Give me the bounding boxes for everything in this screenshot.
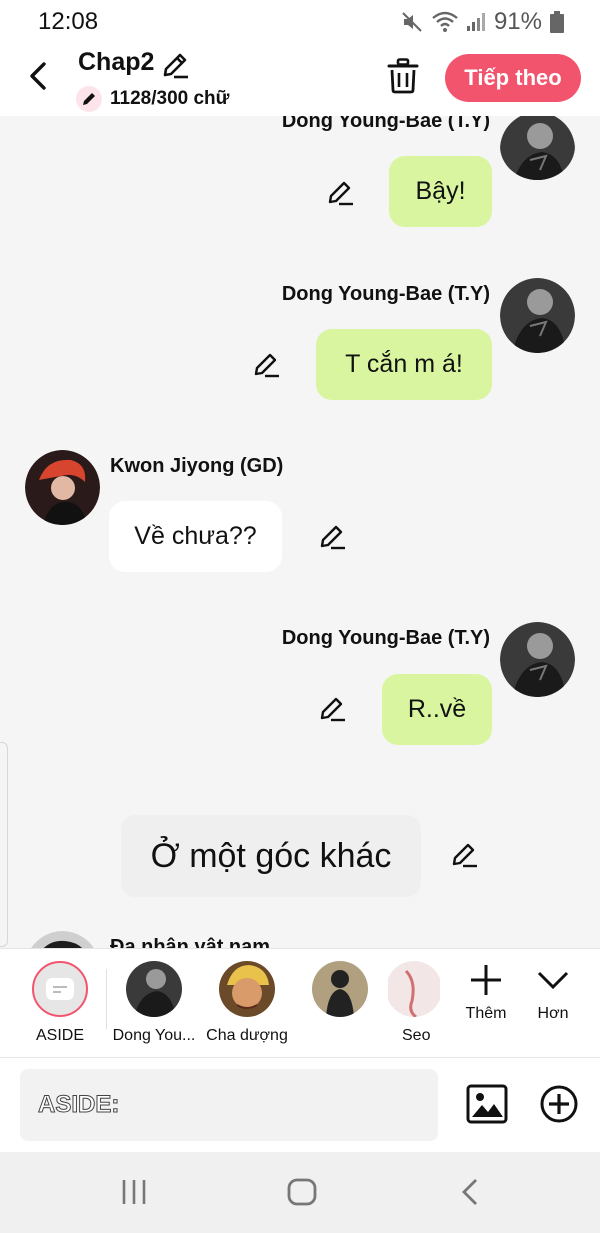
back-chevron-icon: [462, 1179, 477, 1205]
recent-apps-button[interactable]: [120, 1178, 148, 1211]
status-time: 12:08: [38, 8, 99, 35]
avatar: [219, 961, 275, 1017]
character-aside[interactable]: ASIDE: [15, 961, 105, 1045]
battery-icon: [550, 11, 564, 33]
avatar[interactable]: [25, 931, 100, 948]
aside-bubble[interactable]: Ở một góc khác: [121, 815, 421, 897]
word-count-text: 1128/300 chữ: [110, 88, 230, 109]
add-character-button[interactable]: Thêm: [456, 963, 516, 1023]
edit-message-button[interactable]: [318, 694, 348, 724]
character-label: Seo: [402, 1027, 431, 1044]
aside-avatar: [32, 961, 88, 1017]
edit-message-button[interactable]: [252, 350, 282, 380]
chevron-down-icon: [537, 971, 569, 990]
character-item[interactable]: Dong You...: [109, 961, 199, 1045]
wifi-icon: [432, 11, 458, 33]
header: Chap2 1128/300 chữ Tiếp theo: [0, 42, 600, 116]
message-bubble[interactable]: Về chưa??: [109, 501, 282, 572]
avatar[interactable]: [500, 278, 575, 353]
pencil-badge-icon: [76, 86, 102, 112]
character-label: Cha dượng: [206, 1027, 288, 1044]
character-bar: ASIDE Dong You... Cha dượng Seo Thêm Hơn: [0, 948, 600, 1058]
edit-title-button[interactable]: [160, 50, 190, 80]
back-button[interactable]: [22, 58, 58, 94]
word-count: 1128/300 chữ: [76, 86, 229, 112]
nav-back-button[interactable]: [460, 1178, 480, 1211]
trash-icon: [387, 58, 419, 94]
avatar: [388, 961, 440, 1017]
scroll-handle[interactable]: [0, 742, 8, 947]
pencil-icon: [320, 525, 345, 550]
speaker-name: Dong Young-Bae (T.Y): [281, 116, 490, 132]
battery-text: 91%: [493, 8, 542, 35]
delete-button[interactable]: [386, 58, 420, 94]
speaker-name: Dong Young-Bae (T.Y): [281, 627, 490, 649]
more-label: Hơn: [537, 1005, 569, 1022]
home-icon: [287, 1178, 317, 1206]
message-bubble[interactable]: Bậy!: [389, 156, 492, 227]
avatar: [126, 961, 182, 1017]
character-item[interactable]: [295, 961, 385, 1027]
pencil-icon: [163, 53, 188, 79]
message-input[interactable]: [20, 1069, 438, 1141]
character-label: Dong You...: [112, 1027, 196, 1044]
status-bar: 12:08 91%: [0, 0, 600, 42]
add-label: Thêm: [465, 1005, 507, 1022]
pencil-icon: [452, 843, 477, 868]
character-item[interactable]: Cha dượng: [202, 961, 292, 1045]
speaker-name: Dong Young-Bae (T.Y): [281, 283, 490, 305]
plus-icon: [471, 965, 501, 995]
character-label: ASIDE: [35, 1027, 84, 1044]
pencil-icon: [328, 181, 353, 206]
chat-area[interactable]: Dong Young-Bae (T.Y) Bậy! Dong Young-Bae…: [0, 116, 600, 948]
recent-apps-icon: [122, 1180, 146, 1204]
message-icon: [46, 978, 74, 1000]
edit-message-button[interactable]: [450, 840, 480, 870]
speaker-name: Kwon Jiyong (GD): [110, 455, 284, 477]
back-arrow-icon: [30, 62, 46, 90]
avatar: [312, 961, 368, 1017]
image-icon: [466, 1084, 508, 1124]
pencil-icon: [320, 697, 345, 722]
next-button[interactable]: Tiếp theo: [445, 54, 581, 102]
home-button[interactable]: [287, 1178, 317, 1211]
avatar[interactable]: [500, 116, 575, 180]
system-nav-bar: [0, 1152, 600, 1233]
avatar[interactable]: [500, 622, 575, 697]
avatar[interactable]: [25, 450, 100, 525]
speaker-name: Đa nhân vật nam: [110, 936, 271, 948]
character-item[interactable]: Seo: [388, 961, 440, 1045]
message-bubble[interactable]: R..về: [382, 674, 492, 745]
more-button[interactable]: Hơn: [523, 963, 583, 1023]
signal-icon: [466, 12, 486, 32]
divider: [106, 969, 107, 1029]
status-icons: 91%: [400, 8, 564, 36]
pencil-icon: [254, 353, 279, 378]
edit-message-button[interactable]: [318, 522, 348, 552]
input-area: [0, 1058, 600, 1152]
add-content-button[interactable]: [539, 1084, 579, 1124]
mute-icon: [400, 10, 424, 34]
chapter-title: Chap2: [78, 48, 155, 76]
plus-circle-icon: [540, 1085, 578, 1123]
edit-message-button[interactable]: [326, 178, 356, 208]
insert-image-button[interactable]: [466, 1084, 508, 1124]
message-bubble[interactable]: T cắn m á!: [316, 329, 492, 400]
